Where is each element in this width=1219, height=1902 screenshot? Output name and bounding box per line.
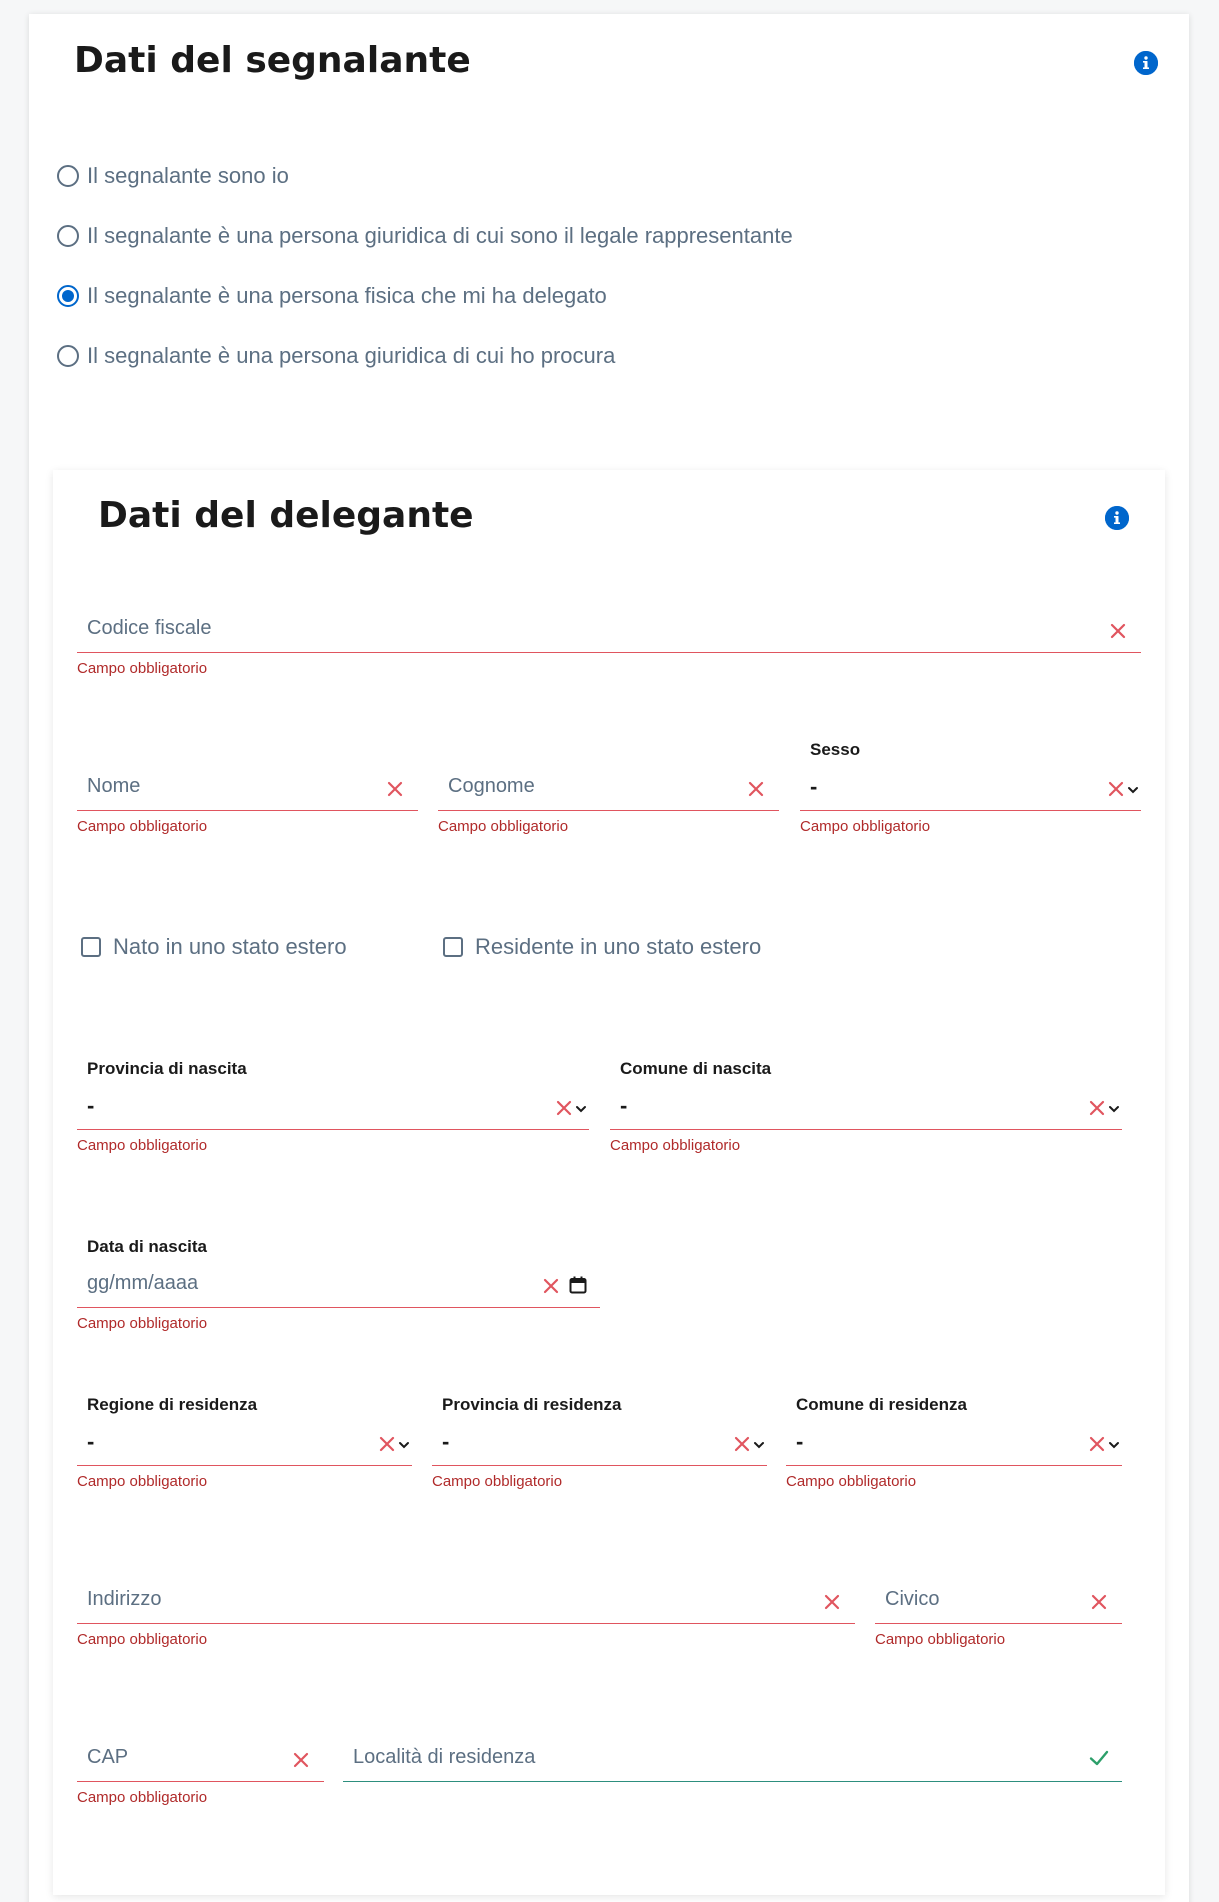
nato-estero-label: Nato in uno stato estero bbox=[113, 934, 347, 959]
comune-nascita-select[interactable]: - bbox=[610, 1077, 1122, 1130]
error-message: Campo obbligatorio bbox=[77, 1473, 208, 1490]
localita-residenza-field[interactable]: Località di residenza bbox=[343, 1729, 1122, 1782]
provincia-residenza-select[interactable]: - bbox=[432, 1413, 767, 1466]
civico-field[interactable]: Civico bbox=[875, 1571, 1122, 1624]
nome-field[interactable]: Nome bbox=[77, 758, 418, 811]
close-icon[interactable] bbox=[555, 1099, 573, 1117]
close-icon[interactable] bbox=[292, 1751, 310, 1769]
close-icon[interactable] bbox=[1109, 622, 1127, 640]
close-icon[interactable] bbox=[378, 1435, 396, 1453]
error-message: Campo obbligatorio bbox=[438, 818, 569, 835]
comune-nascita-label: Comune di nascita bbox=[620, 1059, 772, 1078]
chevron-down-icon[interactable] bbox=[398, 1439, 410, 1451]
error-message: Campo obbligatorio bbox=[610, 1137, 741, 1154]
chevron-down-icon[interactable] bbox=[575, 1103, 587, 1115]
close-icon[interactable] bbox=[823, 1593, 841, 1611]
residente-estero-checkbox-row[interactable]: Residente in uno stato estero bbox=[443, 932, 761, 962]
close-icon[interactable] bbox=[1107, 780, 1125, 798]
indirizzo-field[interactable]: Indirizzo bbox=[77, 1571, 855, 1624]
nome-placeholder: Nome bbox=[87, 775, 141, 797]
comune-residenza-label: Comune di residenza bbox=[796, 1395, 967, 1414]
chevron-down-icon[interactable] bbox=[1108, 1439, 1120, 1451]
segnalante-title: Dati del segnalante bbox=[74, 40, 471, 81]
error-message: Campo obbligatorio bbox=[77, 1789, 208, 1806]
provincia-nascita-label: Provincia di nascita bbox=[87, 1059, 247, 1078]
codice-fiscale-placeholder: Codice fiscale bbox=[87, 617, 212, 639]
cognome-placeholder: Cognome bbox=[448, 775, 535, 797]
close-icon[interactable] bbox=[1090, 1593, 1108, 1611]
close-icon[interactable] bbox=[733, 1435, 751, 1453]
close-icon[interactable] bbox=[1088, 1435, 1106, 1453]
radio-label: Il segnalante è una persona fisica che m… bbox=[87, 283, 607, 308]
sesso-select[interactable]: - bbox=[800, 758, 1141, 811]
radio-label: Il segnalante è una persona giuridica di… bbox=[87, 223, 793, 248]
error-message: Campo obbligatorio bbox=[77, 660, 208, 677]
data-nascita-input[interactable]: gg/mm/aaaa bbox=[77, 1255, 600, 1308]
sesso-value: - bbox=[810, 774, 818, 799]
comune-residenza-select[interactable]: - bbox=[786, 1413, 1122, 1466]
nato-estero-checkbox-row[interactable]: Nato in uno stato estero bbox=[81, 932, 347, 962]
provincia-residenza-value: - bbox=[442, 1429, 450, 1454]
info-icon[interactable] bbox=[1105, 506, 1129, 530]
comune-nascita-value: - bbox=[620, 1093, 628, 1118]
indirizzo-placeholder: Indirizzo bbox=[87, 1588, 162, 1610]
info-icon[interactable] bbox=[1134, 51, 1158, 75]
error-message: Campo obbligatorio bbox=[77, 1631, 208, 1648]
radio-button[interactable] bbox=[57, 165, 79, 187]
chevron-down-icon[interactable] bbox=[753, 1439, 765, 1451]
radio-button[interactable] bbox=[57, 345, 79, 367]
close-icon[interactable] bbox=[386, 780, 404, 798]
radio-button-selected[interactable] bbox=[57, 285, 79, 307]
cap-field[interactable]: CAP bbox=[77, 1729, 324, 1782]
radio-option-delegato[interactable]: Il segnalante è una persona fisica che m… bbox=[57, 281, 607, 311]
error-message: Campo obbligatorio bbox=[800, 818, 931, 835]
close-icon[interactable] bbox=[1088, 1099, 1106, 1117]
radio-label: Il segnalante sono io bbox=[87, 163, 289, 188]
check-icon bbox=[1088, 1747, 1110, 1769]
error-message: Campo obbligatorio bbox=[77, 1137, 208, 1154]
calendar-icon[interactable] bbox=[568, 1275, 588, 1295]
residente-estero-label: Residente in uno stato estero bbox=[475, 934, 762, 959]
checkbox[interactable] bbox=[443, 937, 463, 957]
checkbox[interactable] bbox=[81, 937, 101, 957]
radio-button[interactable] bbox=[57, 225, 79, 247]
data-nascita-placeholder: gg/mm/aaaa bbox=[87, 1272, 199, 1294]
error-message: Campo obbligatorio bbox=[77, 1315, 208, 1332]
provincia-nascita-value: - bbox=[87, 1093, 95, 1118]
radio-label: Il segnalante è una persona giuridica di… bbox=[87, 343, 616, 368]
provincia-residenza-label: Provincia di residenza bbox=[442, 1395, 622, 1414]
codice-fiscale-field[interactable]: Codice fiscale bbox=[77, 600, 1141, 653]
chevron-down-icon[interactable] bbox=[1108, 1103, 1120, 1115]
error-message: Campo obbligatorio bbox=[432, 1473, 563, 1490]
data-nascita-label: Data di nascita bbox=[87, 1237, 207, 1256]
close-icon[interactable] bbox=[542, 1277, 560, 1295]
localita-residenza-placeholder: Località di residenza bbox=[353, 1746, 536, 1768]
provincia-nascita-select[interactable]: - bbox=[77, 1077, 589, 1130]
radio-option-procura[interactable]: Il segnalante è una persona giuridica di… bbox=[57, 341, 615, 371]
delegante-title: Dati del delegante bbox=[98, 495, 474, 536]
regione-residenza-select[interactable]: - bbox=[77, 1413, 412, 1466]
civico-placeholder: Civico bbox=[885, 1588, 940, 1610]
chevron-down-icon[interactable] bbox=[1127, 784, 1139, 796]
regione-residenza-label: Regione di residenza bbox=[87, 1395, 258, 1414]
error-message: Campo obbligatorio bbox=[786, 1473, 917, 1490]
cognome-field[interactable]: Cognome bbox=[438, 758, 779, 811]
radio-option-legale-rappresentante[interactable]: Il segnalante è una persona giuridica di… bbox=[57, 221, 793, 251]
cap-placeholder: CAP bbox=[87, 1746, 129, 1768]
delegante-card bbox=[53, 470, 1165, 1895]
close-icon[interactable] bbox=[747, 780, 765, 798]
sesso-label: Sesso bbox=[810, 740, 861, 759]
comune-residenza-value: - bbox=[796, 1429, 804, 1454]
regione-residenza-value: - bbox=[87, 1429, 95, 1454]
error-message: Campo obbligatorio bbox=[875, 1631, 1006, 1648]
error-message: Campo obbligatorio bbox=[77, 818, 208, 835]
radio-option-sono-io[interactable]: Il segnalante sono io bbox=[57, 161, 289, 191]
